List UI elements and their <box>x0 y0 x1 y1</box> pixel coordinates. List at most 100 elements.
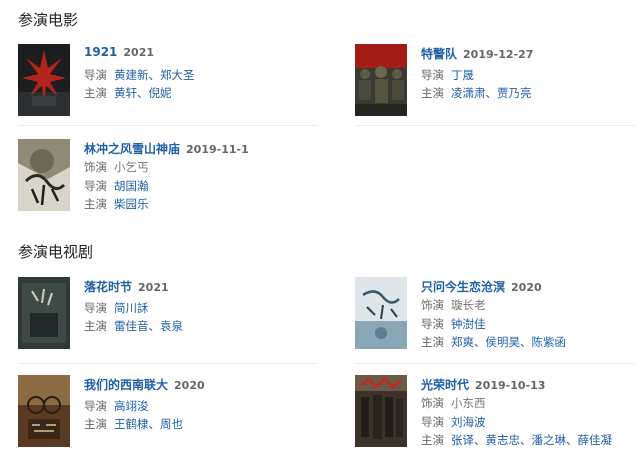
row-label: 主演 <box>84 86 107 100</box>
person-link[interactable]: 柴园乐 <box>114 197 149 211</box>
row-label: 主演 <box>84 319 107 333</box>
separator: 、 <box>148 417 161 431</box>
tv-date: 2020 <box>511 281 542 294</box>
director-row: 导演 高翊浚 <box>84 398 149 414</box>
separator: 、 <box>474 335 486 349</box>
poster-xinanlianda[interactable] <box>18 375 70 447</box>
movie-title-linchong[interactable]: 林冲之风雪山神庙 <box>84 142 180 156</box>
tv-title-xinanlianda[interactable]: 我们的西南联大 <box>84 378 168 392</box>
tv-date: 2020 <box>174 379 205 392</box>
tv-card-guangrongshidai: 光荣时代 2019-10-13 饰演 小东西 导演 刘海波 主演 张译、黄志忠、潘之琳、… <box>355 375 640 455</box>
poster-linchong[interactable] <box>18 139 70 211</box>
person-link[interactable]: 刘海波 <box>451 415 486 429</box>
separator: 、 <box>137 86 149 100</box>
cast-row: 主演 张译、黄志忠、潘之琳、薛佳凝 <box>421 432 612 448</box>
movie-date: 2021 <box>123 46 155 59</box>
row-label: 主演 <box>84 417 107 431</box>
person-link[interactable]: 薛佳凝 <box>578 433 613 447</box>
person-link[interactable]: 黄志忠 <box>486 433 521 447</box>
director-row: 导演 钟澍佳 <box>421 316 486 332</box>
row-label: 导演 <box>421 415 444 429</box>
row-label: 导演 <box>84 179 107 193</box>
director-row: 导演 黄建新、郑大圣 <box>84 67 195 83</box>
poster-1921[interactable] <box>18 44 70 116</box>
poster-luohuashijie[interactable] <box>18 277 70 349</box>
section-title-movies: 参演电影 <box>18 11 79 29</box>
director-row: 导演 简川訸 <box>84 300 149 316</box>
divider <box>355 363 635 364</box>
divider <box>18 363 318 364</box>
person-link[interactable]: 王鹤棣 <box>114 417 149 431</box>
person-link[interactable]: 胡国瀚 <box>114 179 149 193</box>
poster-guangrongshidai[interactable] <box>355 375 407 447</box>
movie-title-tejingdui[interactable]: 特警队 <box>421 47 457 61</box>
role-row: 饰演 璇长老 <box>421 297 486 313</box>
movie-card-linchong: 林冲之风雪山神庙 2019-11-1 饰演 小乞丐 导演 胡国瀚 主演 柴园乐 <box>18 139 318 219</box>
director-row: 导演 丁晟 <box>421 67 474 83</box>
poster-tejingdui[interactable] <box>355 44 407 116</box>
role-name: 小乞丐 <box>114 160 149 174</box>
separator: 、 <box>485 86 498 100</box>
person-link[interactable]: 高翊浚 <box>114 399 149 413</box>
row-label: 主演 <box>421 335 444 349</box>
poster-zhiwen[interactable] <box>355 277 407 349</box>
cast-row: 主演 雷佳音、袁泉 <box>84 318 183 334</box>
person-link[interactable]: 凌潇肃 <box>451 86 486 100</box>
person-link[interactable]: 倪妮 <box>149 86 172 100</box>
row-label: 饰演 <box>421 396 444 410</box>
person-link[interactable]: 雷佳音 <box>114 319 149 333</box>
separator: 、 <box>566 433 578 447</box>
row-label: 主演 <box>421 433 444 447</box>
tv-card-zhiwen: 只问今生恋沧溟 2020 饰演 璇长老 导演 钟澍佳 主演 郑爽、侯明昊、陈紫函 <box>355 277 640 357</box>
separator: 、 <box>520 433 532 447</box>
tv-card-xinanlianda: 我们的西南联大 2020 导演 高翊浚 主演 王鹤棣、周也 <box>18 375 318 455</box>
person-link[interactable]: 黄建新 <box>114 68 149 82</box>
person-link[interactable]: 侯明昊 <box>486 335 521 349</box>
tv-date: 2019-10-13 <box>475 379 546 392</box>
person-link[interactable]: 简川訸 <box>114 301 149 315</box>
role-row: 饰演 小东西 <box>421 395 486 411</box>
separator: 、 <box>148 319 161 333</box>
person-link[interactable]: 钟澍佳 <box>451 317 486 331</box>
person-link[interactable]: 郑大圣 <box>160 68 195 82</box>
person-link[interactable]: 郑爽 <box>451 335 474 349</box>
director-row: 导演 胡国瀚 <box>84 178 149 194</box>
director-row: 导演 刘海波 <box>421 414 486 430</box>
role-name: 璇长老 <box>451 298 486 312</box>
row-label: 主演 <box>84 197 107 211</box>
person-link[interactable]: 袁泉 <box>160 319 183 333</box>
movie-date: 2019-12-27 <box>463 48 534 61</box>
row-label: 导演 <box>421 68 444 82</box>
row-label: 饰演 <box>421 298 444 312</box>
person-link[interactable]: 陈紫函 <box>532 335 567 349</box>
divider <box>18 125 318 126</box>
separator: 、 <box>148 68 161 82</box>
tv-date: 2021 <box>138 281 169 294</box>
movie-title-1921[interactable]: 1921 <box>84 45 117 59</box>
row-label: 导演 <box>84 399 107 413</box>
person-link[interactable]: 贾乃亮 <box>497 86 532 100</box>
divider <box>355 125 635 126</box>
cast-row: 主演 凌潇肃、贾乃亮 <box>421 85 532 101</box>
row-label: 导演 <box>421 317 444 331</box>
row-label: 主演 <box>421 86 444 100</box>
person-link[interactable]: 黄轩 <box>114 86 137 100</box>
section-title-tv: 参演电视剧 <box>18 243 94 261</box>
cast-row: 主演 黄轩、倪妮 <box>84 85 172 101</box>
row-label: 导演 <box>84 68 107 82</box>
role-name: 小东西 <box>451 396 486 410</box>
tv-title-luohuashijie[interactable]: 落花时节 <box>84 280 132 294</box>
tv-card-luohuashijie: 落花时节 2021 导演 简川訸 主演 雷佳音、袁泉 <box>18 277 318 357</box>
cast-row: 主演 郑爽、侯明昊、陈紫函 <box>421 334 566 350</box>
movie-date: 2019-11-1 <box>186 143 249 156</box>
cast-row: 主演 王鹤棣、周也 <box>84 416 183 432</box>
role-row: 饰演 小乞丐 <box>84 159 149 175</box>
person-link[interactable]: 张译 <box>451 433 474 447</box>
person-link[interactable]: 周也 <box>160 417 183 431</box>
person-link[interactable]: 丁晟 <box>451 68 474 82</box>
person-link[interactable]: 潘之琳 <box>532 433 567 447</box>
movie-card-tejingdui: 特警队 2019-12-27 导演 丁晟 主演 凌潇肃、贾乃亮 <box>355 44 640 124</box>
tv-title-guangrongshidai[interactable]: 光荣时代 <box>421 378 469 392</box>
row-label: 导演 <box>84 301 107 315</box>
tv-title-zhiwen[interactable]: 只问今生恋沧溟 <box>421 280 505 294</box>
